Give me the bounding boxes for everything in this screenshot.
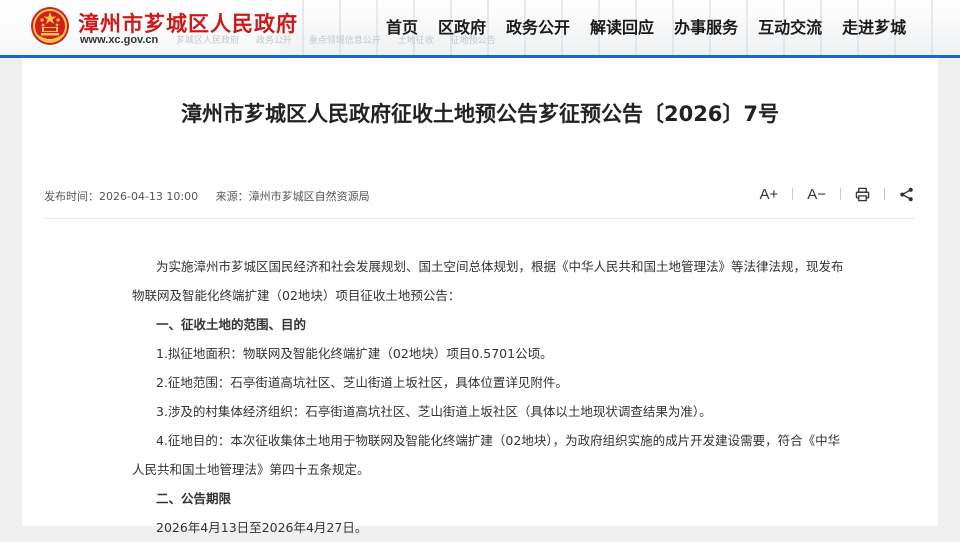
nav-services[interactable]: 办事服务 [674,14,738,40]
share-icon[interactable] [899,187,914,202]
article-paragraph: 4.征地目的：本次征收集体土地用于物联网及智能化终端扩建（02地块），为政府组织… [132,433,841,477]
nav-interpretation[interactable]: 解读回应 [590,14,654,40]
nav-interaction[interactable]: 互动交流 [758,14,822,40]
article-paragraph: 2026年4月13日至2026年4月27日。 [156,520,368,535]
site-title[interactable]: 漳州市芗城区人民政府 [78,8,298,36]
nav-government-affairs[interactable]: 政务公开 [506,14,570,40]
article-paragraph: 1.拟征地面积：物联网及智能化终端扩建（02地块）项目0.5701公顷。 [156,346,553,361]
font-decrease-button[interactable]: A− [807,186,826,203]
article-card: 漳州市芗城区人民政府征收土地预公告芗征预公告〔2026〕7号 发布时间：2026… [22,58,938,535]
article-intro: 为实施漳州市芗城区国民经济和社会发展规划、国土空间总体规划，根据《中华人民共和国… [132,259,844,303]
article-title: 漳州市芗城区人民政府征收土地预公告芗征预公告〔2026〕7号 [180,102,780,126]
nav-district-government[interactable]: 区政府 [438,14,486,40]
national-emblem-icon [31,7,69,45]
article-paragraph: 2.征地范围：石亭街道高坑社区、芝山街道上坂社区，具体位置详见附件。 [156,375,568,390]
tool-separator [884,188,885,200]
tool-separator [792,188,794,200]
article-paragraph: 3.涉及的村集体经济组织：石亭街道高坑社区、芝山街道上坂社区（具体以土地现状调查… [156,404,712,419]
site-domain: www.xc.gov.cn [80,34,159,46]
breadcrumb-item[interactable]: 重点领域信息公开 [309,36,381,46]
breadcrumb-item[interactable]: 政务公开 [256,36,292,46]
article-meta: 发布时间：2026-04-13 10:00 来源：漳州市芗城区自然资源局 [44,188,370,204]
article-source: 来源：漳州市芗城区自然资源局 [215,190,370,203]
publish-time: 发布时间：2026-04-13 10:00 [44,190,199,203]
article-body: 为实施漳州市芗城区国民经济和社会发展规划、国土空间总体规划，根据《中华人民共和国… [132,252,852,542]
section-heading: 一、征收土地的范围、目的 [156,317,307,332]
main-nav: 首页 区政府 政务公开 解读回应 办事服务 互动交流 走进芗城 [386,14,906,40]
print-icon[interactable] [855,187,870,202]
tool-separator [840,188,841,200]
breadcrumb-item[interactable]: 芗城区人民政府 [176,36,239,46]
section-heading: 二、公告期限 [156,491,232,506]
site-header: 芗城区人民政府 政务公开 重点领域信息公开 土地征收 征地预公告 漳州市芗城区人… [0,0,960,55]
font-increase-button[interactable]: A+ [759,186,778,203]
nav-home[interactable]: 首页 [386,14,418,40]
nav-about-xiangcheng[interactable]: 走进芗城 [842,14,906,40]
article-tools: A+ A− [759,184,914,204]
meta-divider [44,218,914,219]
